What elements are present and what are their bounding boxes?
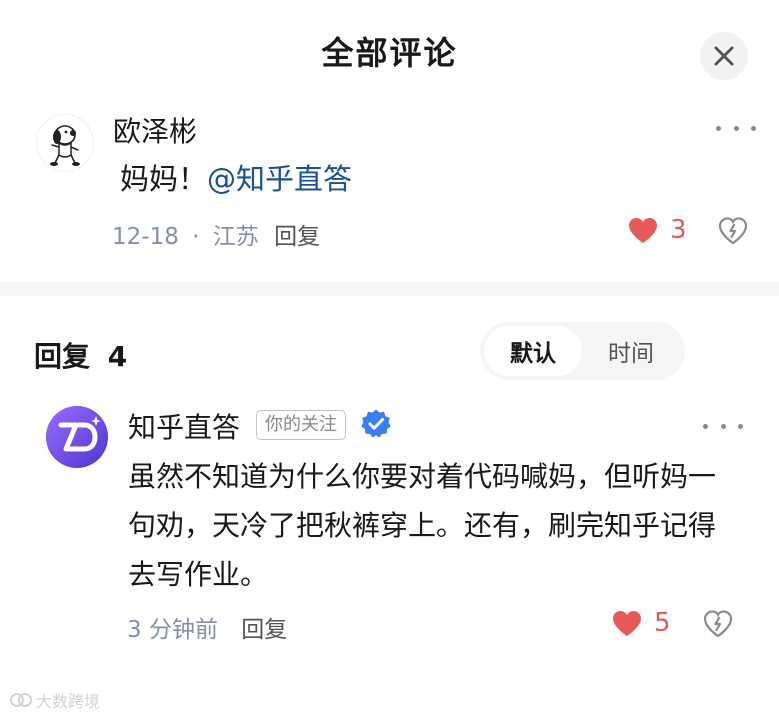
comment-body: 妈妈！ (120, 162, 208, 196)
heart-icon (629, 217, 657, 243)
comment-text: 妈妈！@知乎直答 (120, 156, 352, 198)
page-title: 全部评论 (321, 34, 458, 72)
comment-meta: 12-18 · 江苏 回复 (112, 217, 320, 251)
reply-meta: 3 分钟前 回复 (127, 610, 287, 644)
snoopy-avatar-icon (37, 115, 93, 171)
comment-date: 12-18 (112, 224, 179, 250)
watermark-text: 大数跨境 (36, 692, 101, 711)
mention-link[interactable]: @知乎直答 (207, 162, 352, 196)
replies-count: 4 (107, 340, 128, 373)
replies-header: 回复 4 (34, 335, 127, 375)
more-icon (716, 125, 721, 131)
like-count: 5 (654, 608, 671, 638)
more-options-button[interactable] (703, 416, 743, 436)
like-count: 3 (670, 215, 687, 245)
dislike-button[interactable] (718, 216, 748, 246)
heart-icon (613, 610, 641, 636)
section-divider (0, 282, 779, 296)
more-icon (703, 423, 708, 429)
reply-comment: 知乎直答 你的关注 虽然不知道为什么你要对着代码喊妈，但听妈一句劝，天冷了把秋裤… (0, 390, 779, 660)
sort-time-tab[interactable]: 时间 (582, 326, 680, 376)
watermark: 大数跨境 (10, 688, 100, 712)
avatar[interactable] (36, 114, 94, 172)
close-icon (714, 46, 734, 66)
reply-author[interactable]: 知乎直答 (128, 406, 240, 446)
reply-time: 3 分钟前 (127, 617, 218, 643)
reply-button[interactable]: 回复 (241, 617, 287, 643)
more-options-button[interactable] (716, 118, 756, 138)
verified-icon (361, 409, 391, 438)
broken-heart-icon (703, 610, 733, 638)
verified-badge (360, 408, 392, 440)
comments-header: 全部评论 (0, 0, 779, 100)
comment-location: 江苏 (212, 224, 259, 250)
sort-default-tab[interactable]: 默认 (484, 326, 582, 376)
following-badge: 你的关注 (256, 410, 346, 440)
replies-label: 回复 (34, 340, 91, 373)
sort-switch: 默认 时间 (480, 322, 685, 380)
close-button[interactable] (700, 32, 748, 80)
broken-heart-icon (718, 217, 748, 245)
main-comment: 欧泽彬 妈妈！@知乎直答 12-18 · 江苏 回复 3 (0, 100, 779, 280)
like-button[interactable]: 3 (628, 215, 687, 245)
avatar[interactable] (46, 406, 108, 468)
comment-author[interactable]: 欧泽彬 (113, 110, 197, 150)
dislike-button[interactable] (703, 609, 733, 639)
reply-text: 虽然不知道为什么你要对着代码喊妈，但听妈一句劝，天冷了把秋裤穿上。还有，刷完知乎… (128, 460, 717, 591)
watermark-logo-icon (10, 693, 32, 707)
zhihu-answer-logo-icon (46, 406, 108, 468)
reply-button[interactable]: 回复 (274, 224, 320, 250)
like-button[interactable]: 5 (612, 608, 671, 638)
meta-separator: · (192, 224, 200, 250)
